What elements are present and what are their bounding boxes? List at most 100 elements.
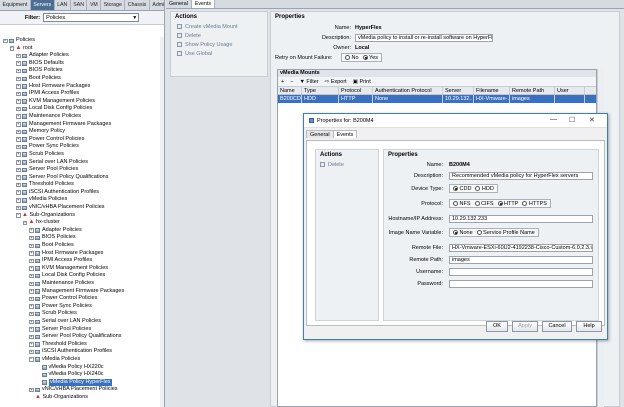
expand-icon[interactable]: +	[16, 152, 21, 157]
expand-icon[interactable]: +	[29, 388, 34, 393]
expand-icon[interactable]: +	[29, 258, 34, 264]
tree-node[interactable]: + Boot Policies	[0, 242, 160, 250]
device-hdd-radio[interactable]: HDD	[475, 186, 494, 192]
filter-select[interactable]: Policies ▼	[43, 13, 140, 22]
tree-node[interactable]: + Boot Policies	[0, 75, 160, 83]
tab-general[interactable]: General	[166, 0, 192, 8]
dialog-tab-general[interactable]: General	[306, 130, 334, 138]
col-auth-protocol[interactable]: Authentication Protocol	[373, 87, 443, 94]
zoom-out-icon[interactable]: −	[290, 79, 293, 85]
tree-node[interactable]: + Scrub Policies	[0, 310, 160, 318]
minimize-icon[interactable]: —	[550, 116, 557, 123]
tree-node[interactable]: + Management Firmware Packages	[0, 121, 160, 129]
tree-node[interactable]: vMedia Policy HX240c	[0, 371, 160, 379]
expand-icon[interactable]: +	[16, 107, 21, 112]
tree-node[interactable]: + Server Pool Policy Qualifications	[0, 333, 160, 341]
tree-node[interactable]: + Maintenance Policies	[0, 280, 160, 288]
device-cdd-radio[interactable]: CDD	[453, 186, 471, 192]
expand-icon[interactable]: +	[16, 198, 21, 203]
tree-node[interactable]: + Scrub Policies	[0, 151, 160, 159]
expand-icon[interactable]: +	[16, 69, 21, 74]
tree-node[interactable]: − Policies	[0, 37, 160, 45]
collapse-icon[interactable]: −	[3, 38, 8, 44]
expand-icon[interactable]: +	[29, 266, 34, 271]
col-type[interactable]: Type	[302, 87, 339, 94]
tree-node[interactable]: + Host Firmware Packages	[0, 83, 160, 91]
tree-node[interactable]: + Threshold Policies	[0, 341, 160, 349]
apply-button[interactable]: Apply	[512, 321, 538, 332]
print-button[interactable]: ▣ Print	[353, 79, 371, 85]
tree-node[interactable]: − ▲ hx-cluster	[0, 219, 160, 227]
tree-node[interactable]: + Memory Policy	[0, 128, 160, 136]
tree-scrollbar[interactable]	[160, 37, 164, 407]
expand-icon[interactable]: +	[29, 289, 34, 294]
expand-icon[interactable]: +	[16, 76, 21, 82]
zoom-in-icon[interactable]: +	[281, 79, 284, 85]
expand-icon[interactable]: +	[29, 319, 34, 325]
tree-node[interactable]: + KVM Management Policies	[0, 265, 160, 273]
expand-icon[interactable]: +	[16, 137, 21, 142]
expand-icon[interactable]: +	[16, 160, 21, 165]
expand-icon[interactable]: +	[16, 205, 21, 211]
expand-icon[interactable]: +	[29, 274, 34, 279]
expand-icon[interactable]: +	[16, 190, 21, 195]
tree-node[interactable]: + vNIC/vHBA Placement Policies	[0, 204, 160, 212]
tree-node[interactable]: + Power Sync Policies	[0, 143, 160, 151]
tree-node[interactable]: − vMedia Policies	[0, 356, 160, 364]
col-user[interactable]: User	[555, 87, 585, 94]
tree-node[interactable]: + BIOS Defaults	[0, 60, 160, 68]
tree-node[interactable]: − ▲ Sub-Organizations	[0, 212, 160, 220]
expand-icon[interactable]: +	[29, 350, 34, 355]
tree-node[interactable]: + IPMI Access Profiles	[0, 90, 160, 98]
tree-node[interactable]: − ▲ root	[0, 45, 160, 53]
col-server[interactable]: Server	[443, 87, 474, 94]
expand-icon[interactable]: +	[16, 61, 21, 66]
description-input[interactable]: vMedia policy to install or re-install s…	[355, 34, 493, 42]
remote-path-input[interactable]: images	[449, 256, 593, 264]
col-name[interactable]: Name	[278, 87, 302, 94]
tree-node[interactable]: + vNIC/vHBA Placement Policies	[0, 386, 160, 394]
tree-node[interactable]: + BIOS Policies	[0, 67, 160, 75]
tree-node[interactable]: + Serial over LAN Policies	[0, 318, 160, 326]
expand-icon[interactable]: +	[16, 114, 21, 119]
tree-node[interactable]: + Adapter Policies	[0, 52, 160, 60]
col-protocol[interactable]: Protocol	[339, 87, 373, 94]
maximize-icon[interactable]: ☐	[569, 116, 575, 124]
expand-icon[interactable]: +	[29, 296, 34, 302]
protocol-cifs-radio[interactable]: CIFS	[474, 201, 494, 207]
retry-no-radio[interactable]: No	[345, 55, 359, 61]
tree-node[interactable]: + iSCSI Authentication Profiles	[0, 348, 160, 356]
collapse-icon[interactable]: −	[22, 220, 27, 226]
tree-node[interactable]: + vMedia Policies	[0, 196, 160, 204]
export-button[interactable]: ⇨ Export	[325, 79, 347, 85]
image-none-radio[interactable]: None	[453, 230, 473, 236]
collapse-icon[interactable]: −	[16, 213, 21, 218]
expand-icon[interactable]: +	[29, 243, 34, 249]
retry-yes-radio[interactable]: Yes	[362, 55, 378, 61]
expand-icon[interactable]: +	[29, 342, 34, 347]
expand-icon[interactable]: +	[29, 334, 34, 340]
nav-tab-equipment[interactable]: Equipment	[0, 0, 31, 10]
tree-node[interactable]: + Maintenance Policies	[0, 113, 160, 121]
tree-node[interactable]: + Power Control Policies	[0, 295, 160, 303]
nav-tab-admin[interactable]: Admin	[150, 0, 164, 10]
tree-node[interactable]: + Host Firmware Packages	[0, 250, 160, 258]
col-remote-path[interactable]: Remote Path	[510, 87, 555, 94]
dialog-description-input[interactable]: Recommended vMedia policy for HyperFlex …	[449, 172, 593, 180]
tree-node[interactable]: vMedia Policy HyperFlex	[0, 378, 160, 387]
tree-node[interactable]: + Server Pool Policy Qualifications	[0, 174, 160, 182]
dialog-tab-events[interactable]: Events	[332, 130, 358, 138]
tree-node[interactable]: + Power Control Policies	[0, 136, 160, 144]
tree-node[interactable]: + BIOS Policies	[0, 234, 160, 242]
tree-node[interactable]: + Local Disk Config Policies	[0, 272, 160, 280]
expand-icon[interactable]: +	[29, 327, 34, 332]
expand-icon[interactable]: +	[16, 91, 21, 97]
expand-icon[interactable]: +	[29, 228, 34, 233]
nav-tab-san[interactable]: SAN	[71, 0, 88, 10]
image-service-profile-radio[interactable]: Service Profile Name	[476, 230, 535, 236]
expand-icon[interactable]: +	[29, 281, 34, 287]
help-button[interactable]: Help	[576, 321, 602, 332]
username-input[interactable]	[449, 268, 593, 276]
protocol-nfs-radio[interactable]: NFS	[453, 201, 471, 207]
tree-node[interactable]: + Serial over LAN Policies	[0, 159, 160, 167]
